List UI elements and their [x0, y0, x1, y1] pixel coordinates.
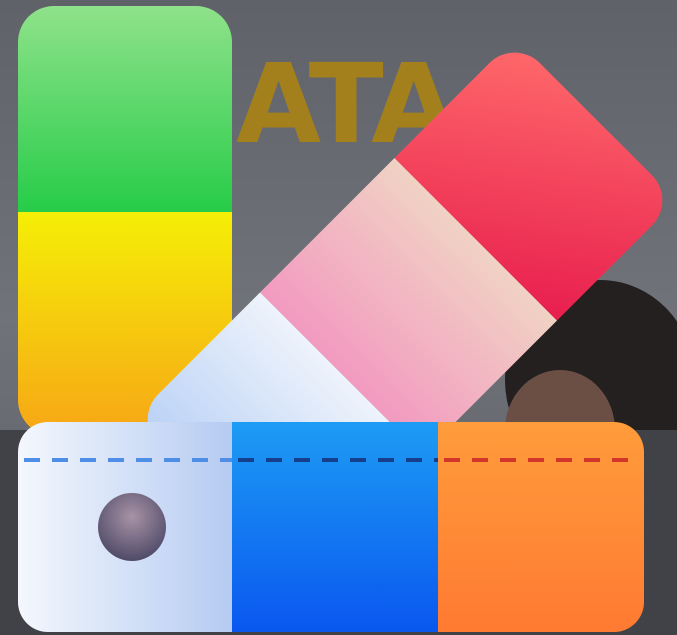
- stage: ATA: [0, 0, 677, 635]
- hole-dot: [98, 493, 166, 561]
- orange-swatch: [438, 422, 644, 632]
- bottom-swatch-strip: [18, 422, 644, 632]
- green-swatch: [18, 6, 232, 212]
- blue-swatch: [232, 422, 438, 632]
- scene: ATA: [0, 0, 677, 635]
